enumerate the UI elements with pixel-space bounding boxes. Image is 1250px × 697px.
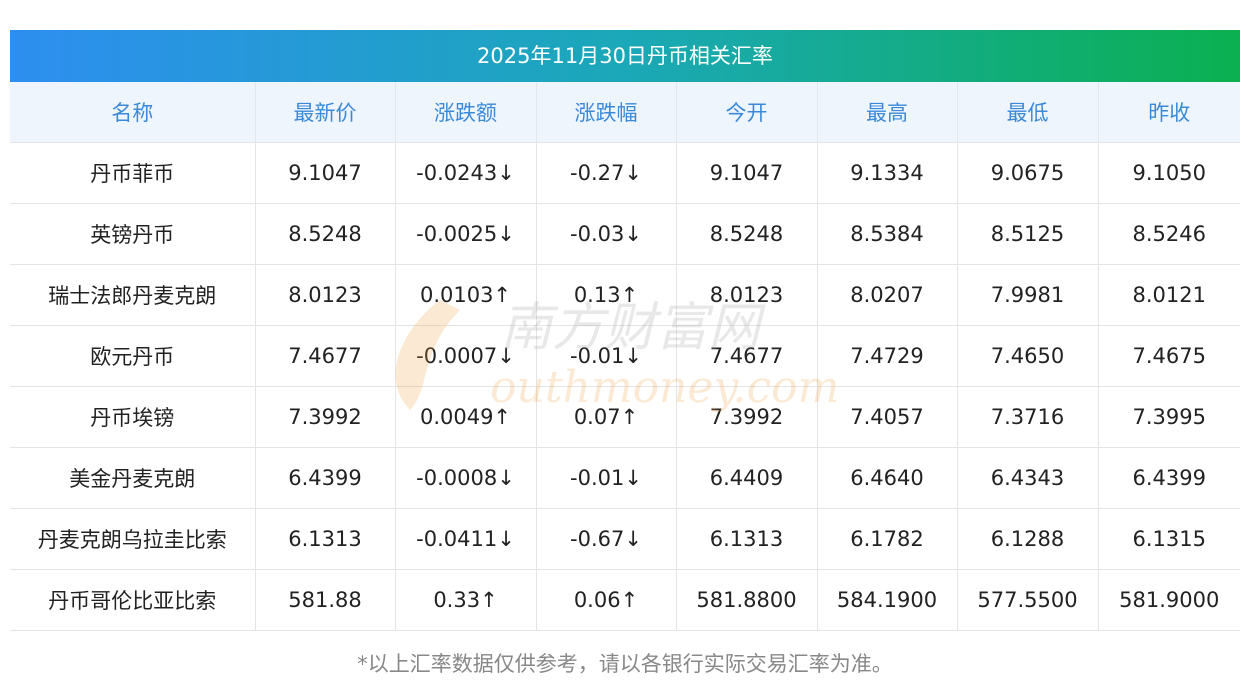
cell-latest: 6.4399 bbox=[255, 447, 396, 509]
cell-open: 6.4409 bbox=[676, 447, 818, 509]
cell-change: -0.0008↓ bbox=[395, 447, 537, 509]
cell-high: 7.4057 bbox=[817, 386, 958, 448]
cell-change: -0.0243↓ bbox=[395, 142, 537, 204]
cell-change: 0.0049↑ bbox=[395, 386, 537, 448]
cell-high: 7.4729 bbox=[817, 325, 958, 387]
cell-change: -0.0007↓ bbox=[395, 325, 537, 387]
cell-name: 瑞士法郎丹麦克朗 bbox=[10, 264, 256, 326]
column-header-open: 今开 bbox=[676, 82, 818, 143]
cell-prev-close: 6.1315 bbox=[1098, 508, 1240, 570]
cell-name: 丹币菲币 bbox=[10, 142, 256, 204]
cell-name: 丹币埃镑 bbox=[10, 386, 256, 448]
cell-latest: 7.3992 bbox=[255, 386, 396, 448]
cell-prev-close: 7.4675 bbox=[1098, 325, 1240, 387]
cell-prev-close: 9.1050 bbox=[1098, 142, 1240, 204]
table-row: 丹币哥伦比亚比索 581.88 0.33↑ 0.06↑ 581.8800 584.1900… bbox=[10, 569, 1240, 631]
cell-name: 欧元丹币 bbox=[10, 325, 256, 387]
cell-percent: 0.13↑ bbox=[536, 264, 677, 326]
column-header-low: 最低 bbox=[957, 82, 1099, 143]
column-header-name: 名称 bbox=[10, 82, 256, 143]
cell-low: 9.0675 bbox=[957, 142, 1099, 204]
column-header-percent: 涨跌幅 bbox=[536, 82, 677, 143]
cell-prev-close: 6.4399 bbox=[1098, 447, 1240, 509]
cell-low: 6.1288 bbox=[957, 508, 1099, 570]
cell-low: 6.4343 bbox=[957, 447, 1099, 509]
cell-latest: 9.1047 bbox=[255, 142, 396, 204]
cell-percent: 0.07↑ bbox=[536, 386, 677, 448]
cell-percent: -0.01↓ bbox=[536, 447, 677, 509]
cell-percent: -0.03↓ bbox=[536, 203, 677, 265]
cell-name: 丹币哥伦比亚比索 bbox=[10, 569, 256, 631]
cell-percent: -0.67↓ bbox=[536, 508, 677, 570]
cell-low: 8.5125 bbox=[957, 203, 1099, 265]
rates-page: 2025年11月30日丹币相关汇率 名称 最新价 涨跌额 涨跌幅 今开 最高 最… bbox=[0, 0, 1250, 697]
cell-open: 7.4677 bbox=[676, 325, 818, 387]
cell-name: 美金丹麦克朗 bbox=[10, 447, 256, 509]
disclaimer-footnote: *以上汇率数据仅供参考，请以各银行实际交易汇率为准。 bbox=[357, 652, 893, 676]
cell-latest: 6.1313 bbox=[255, 508, 396, 570]
column-header-latest: 最新价 bbox=[255, 82, 396, 143]
table-row: 英镑丹币 8.5248 -0.0025↓ -0.03↓ 8.5248 8.5384 8.51… bbox=[10, 203, 1240, 265]
table-title: 2025年11月30日丹币相关汇率 bbox=[10, 30, 1240, 82]
cell-percent: 0.06↑ bbox=[536, 569, 677, 631]
cell-low: 7.9981 bbox=[957, 264, 1099, 326]
cell-high: 9.1334 bbox=[817, 142, 958, 204]
cell-high: 6.1782 bbox=[817, 508, 958, 570]
cell-prev-close: 8.0121 bbox=[1098, 264, 1240, 326]
cell-latest: 7.4677 bbox=[255, 325, 396, 387]
cell-prev-close: 581.9000 bbox=[1098, 569, 1240, 631]
cell-latest: 8.5248 bbox=[255, 203, 396, 265]
cell-change: -0.0411↓ bbox=[395, 508, 537, 570]
table-row: 欧元丹币 7.4677 -0.0007↓ -0.01↓ 7.4677 7.4729 7.46… bbox=[10, 325, 1240, 387]
cell-latest: 581.88 bbox=[255, 569, 396, 631]
table-row: 丹麦克朗乌拉圭比索 6.1313 -0.0411↓ -0.67↓ 6.1313 6.178… bbox=[10, 508, 1240, 570]
cell-open: 9.1047 bbox=[676, 142, 818, 204]
cell-name: 英镑丹币 bbox=[10, 203, 256, 265]
header-row: 名称 最新价 涨跌额 涨跌幅 今开 最高 最低 昨收 bbox=[10, 82, 1240, 143]
cell-change: 0.33↑ bbox=[395, 569, 537, 631]
table-row: 美金丹麦克朗 6.4399 -0.0008↓ -0.01↓ 6.4409 6.4640 6.… bbox=[10, 447, 1240, 509]
cell-high: 8.5384 bbox=[817, 203, 958, 265]
cell-change: -0.0025↓ bbox=[395, 203, 537, 265]
cell-name: 丹麦克朗乌拉圭比索 bbox=[10, 508, 256, 570]
cell-open: 7.3992 bbox=[676, 386, 818, 448]
cell-open: 6.1313 bbox=[676, 508, 818, 570]
cell-latest: 8.0123 bbox=[255, 264, 396, 326]
cell-low: 7.3716 bbox=[957, 386, 1099, 448]
cell-high: 584.1900 bbox=[817, 569, 958, 631]
table-row: 丹币埃镑 7.3992 0.0049↑ 0.07↑ 7.3992 7.4057 7.3716… bbox=[10, 386, 1240, 448]
cell-change: 0.0103↑ bbox=[395, 264, 537, 326]
column-header-high: 最高 bbox=[817, 82, 958, 143]
cell-high: 8.0207 bbox=[817, 264, 958, 326]
cell-open: 581.8800 bbox=[676, 569, 818, 631]
cell-prev-close: 7.3995 bbox=[1098, 386, 1240, 448]
cell-open: 8.0123 bbox=[676, 264, 818, 326]
cell-low: 7.4650 bbox=[957, 325, 1099, 387]
cell-high: 6.4640 bbox=[817, 447, 958, 509]
cell-percent: -0.01↓ bbox=[536, 325, 677, 387]
cell-prev-close: 8.5246 bbox=[1098, 203, 1240, 265]
column-header-prev-close: 昨收 bbox=[1098, 82, 1240, 143]
table-row: 瑞士法郎丹麦克朗 8.0123 0.0103↑ 0.13↑ 8.0123 8.0207 7.… bbox=[10, 264, 1240, 326]
table-row: 丹币菲币 9.1047 -0.0243↓ -0.27↓ 9.1047 9.1334 9.06… bbox=[10, 142, 1240, 204]
cell-low: 577.5500 bbox=[957, 569, 1099, 631]
rates-table: 名称 最新价 涨跌额 涨跌幅 今开 最高 最低 昨收 丹币菲币 9.1047 -0.… bbox=[10, 82, 1240, 631]
column-header-change: 涨跌额 bbox=[395, 82, 537, 143]
cell-percent: -0.27↓ bbox=[536, 142, 677, 204]
cell-open: 8.5248 bbox=[676, 203, 818, 265]
